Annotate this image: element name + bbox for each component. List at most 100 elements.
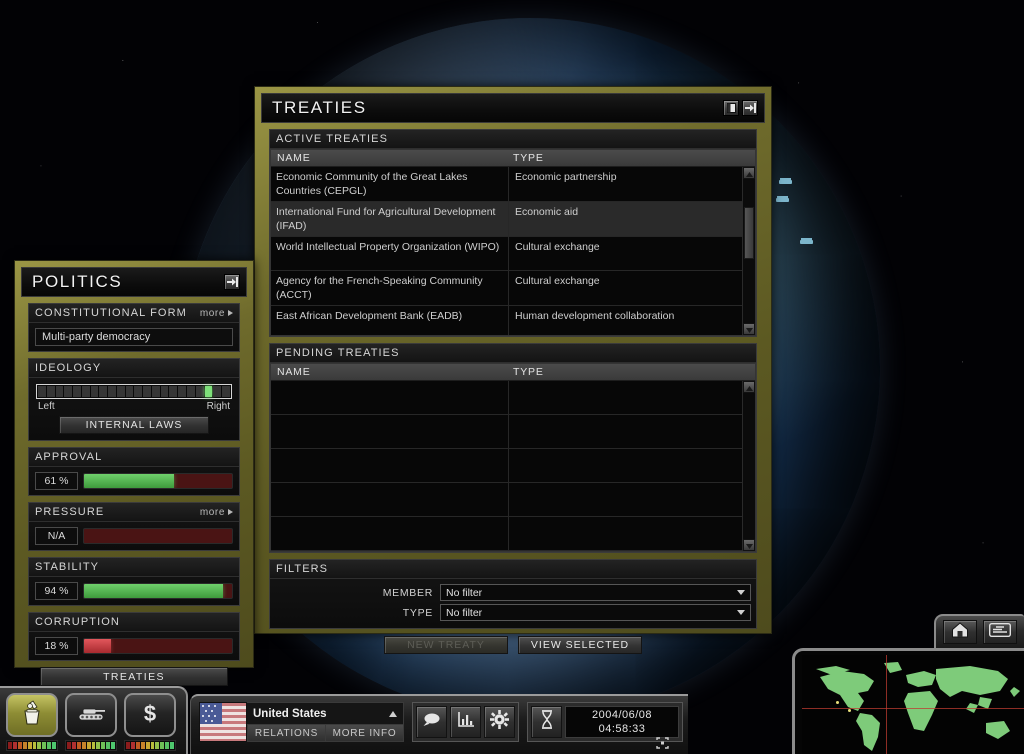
ideology-segment[interactable]	[196, 386, 204, 397]
treaty-name: East African Development Bank (EADB)	[271, 306, 509, 335]
minimap-panel	[792, 614, 1024, 754]
ideology-segment[interactable]	[134, 386, 142, 397]
ideology-segment[interactable]	[178, 386, 186, 397]
table-row[interactable]: Agency for the French-Speaking Community…	[271, 271, 742, 306]
filter-type-select[interactable]: No filter	[440, 604, 751, 621]
pending-treaties-scrollbar[interactable]	[742, 381, 755, 551]
active-treaties-table: NAME TYPE Economic Community of the Grea…	[270, 149, 756, 336]
close-button[interactable]	[742, 100, 758, 116]
corruption-bar-fill	[84, 639, 111, 653]
table-row[interactable]	[271, 381, 742, 415]
scroll-up-button[interactable]	[743, 381, 755, 393]
scroll-thumb[interactable]	[744, 207, 754, 259]
close-button[interactable]	[224, 274, 240, 290]
scroll-track[interactable]	[743, 179, 755, 323]
map-view-button[interactable]	[983, 620, 1017, 644]
unit-marker[interactable]	[800, 238, 813, 246]
ideology-segment[interactable]	[187, 386, 195, 397]
treaties-button[interactable]: TREATIES	[40, 667, 228, 686]
ideology-segment[interactable]	[152, 386, 160, 397]
military-mode-button[interactable]	[65, 693, 117, 737]
ideology-slider[interactable]	[36, 384, 232, 399]
minimap-body[interactable]	[792, 648, 1024, 754]
statistics-icon-button[interactable]	[450, 706, 481, 738]
ideology-segment[interactable]	[161, 386, 169, 397]
led-segment	[67, 742, 71, 749]
ideology-segment[interactable]	[82, 386, 90, 397]
pressure-more-button[interactable]: more	[200, 507, 233, 518]
led-segment	[33, 742, 37, 749]
led-segment	[82, 742, 86, 749]
ideology-segment[interactable]	[91, 386, 99, 397]
politics-title-buttons	[224, 274, 242, 290]
pending-treaties-section: PENDING TREATIES NAME TYPE	[269, 343, 757, 553]
dollar-icon: $	[139, 700, 161, 731]
country-name[interactable]: United States	[247, 702, 404, 725]
ideology-segment[interactable]	[38, 386, 46, 397]
home-button[interactable]	[943, 620, 977, 644]
ideology-segment[interactable]	[222, 386, 230, 397]
filter-member-row: MEMBER No filter	[275, 584, 751, 601]
filter-member-select[interactable]: No filter	[440, 584, 751, 601]
country-selector[interactable]: United States RELATIONS MORE INFO	[199, 702, 404, 742]
table-row[interactable]	[271, 517, 742, 551]
table-row[interactable]	[271, 415, 742, 449]
relations-button[interactable]: RELATIONS	[248, 725, 326, 742]
table-row[interactable]	[271, 449, 742, 483]
ideology-segment[interactable]	[108, 386, 116, 397]
politics-mode-button[interactable]	[6, 693, 58, 737]
led-segment	[72, 742, 76, 749]
stability-bar-fill	[84, 584, 223, 598]
active-treaties-scrollbar[interactable]	[742, 167, 755, 335]
unit-marker[interactable]	[776, 196, 789, 204]
scroll-up-button[interactable]	[743, 167, 755, 179]
ideology-segment[interactable]	[117, 386, 125, 397]
politics-window: POLITICS CONSTITUTIONAL FORM more	[14, 260, 254, 668]
column-header-type[interactable]: TYPE	[509, 366, 755, 378]
scroll-down-button[interactable]	[743, 539, 755, 551]
ideology-segment[interactable]	[47, 386, 55, 397]
panel-button[interactable]	[723, 100, 739, 116]
gear-icon	[490, 710, 509, 734]
ideology-segment[interactable]	[213, 386, 221, 397]
constitutional-form-more-button[interactable]: more	[200, 308, 233, 319]
table-row[interactable]: International Fund for Agricultural Deve…	[271, 202, 742, 237]
ideology-segment[interactable]	[126, 386, 134, 397]
game-speed-button[interactable]	[531, 706, 562, 738]
ideology-segment[interactable]	[99, 386, 107, 397]
stability-label: STABILITY	[35, 561, 99, 573]
chevron-right-icon	[228, 310, 233, 316]
ideology-segment[interactable]	[205, 386, 213, 397]
view-selected-button[interactable]: VIEW SELECTED	[518, 636, 642, 654]
ideology-segment[interactable]	[143, 386, 151, 397]
expand-button[interactable]	[654, 738, 670, 752]
messages-icon-button[interactable]	[416, 706, 447, 738]
table-row[interactable]	[271, 483, 742, 517]
ideology-segment[interactable]	[64, 386, 72, 397]
minimap-canvas[interactable]	[802, 655, 1024, 754]
internal-laws-button[interactable]: INTERNAL LAWS	[59, 416, 209, 434]
table-row[interactable]: Economic Community of the Great Lakes Co…	[271, 167, 742, 202]
column-header-name[interactable]: NAME	[271, 152, 509, 164]
treaty-name: Economic Community of the Great Lakes Co…	[271, 167, 509, 201]
more-info-button[interactable]: MORE INFO	[326, 725, 404, 742]
taskbar-main: United States RELATIONS MORE INFO	[190, 694, 688, 754]
scroll-down-button[interactable]	[743, 323, 755, 335]
economy-mode-button[interactable]: $	[124, 693, 176, 737]
column-header-name[interactable]: NAME	[271, 366, 509, 378]
unit-marker[interactable]	[779, 178, 792, 186]
treaties-action-buttons: NEW TREATY VIEW SELECTED	[269, 636, 757, 654]
new-treaty-button[interactable]: NEW TREATY	[384, 636, 508, 654]
ideology-segment[interactable]	[169, 386, 177, 397]
filter-type-label: TYPE	[275, 607, 440, 619]
table-row[interactable]: World Intellectual Property Organization…	[271, 237, 742, 271]
ideology-segment[interactable]	[56, 386, 64, 397]
filters-section: FILTERS MEMBER No filter TYPE No filter	[269, 559, 757, 629]
column-header-type[interactable]: TYPE	[509, 152, 755, 164]
settings-icon-button[interactable]	[484, 706, 515, 738]
scroll-track[interactable]	[743, 393, 755, 539]
stability-bar	[83, 583, 233, 599]
table-row[interactable]: East African Development Bank (EADB) Hum…	[271, 306, 742, 335]
treaty-name: World Intellectual Property Organization…	[271, 237, 509, 270]
ideology-segment[interactable]	[73, 386, 81, 397]
